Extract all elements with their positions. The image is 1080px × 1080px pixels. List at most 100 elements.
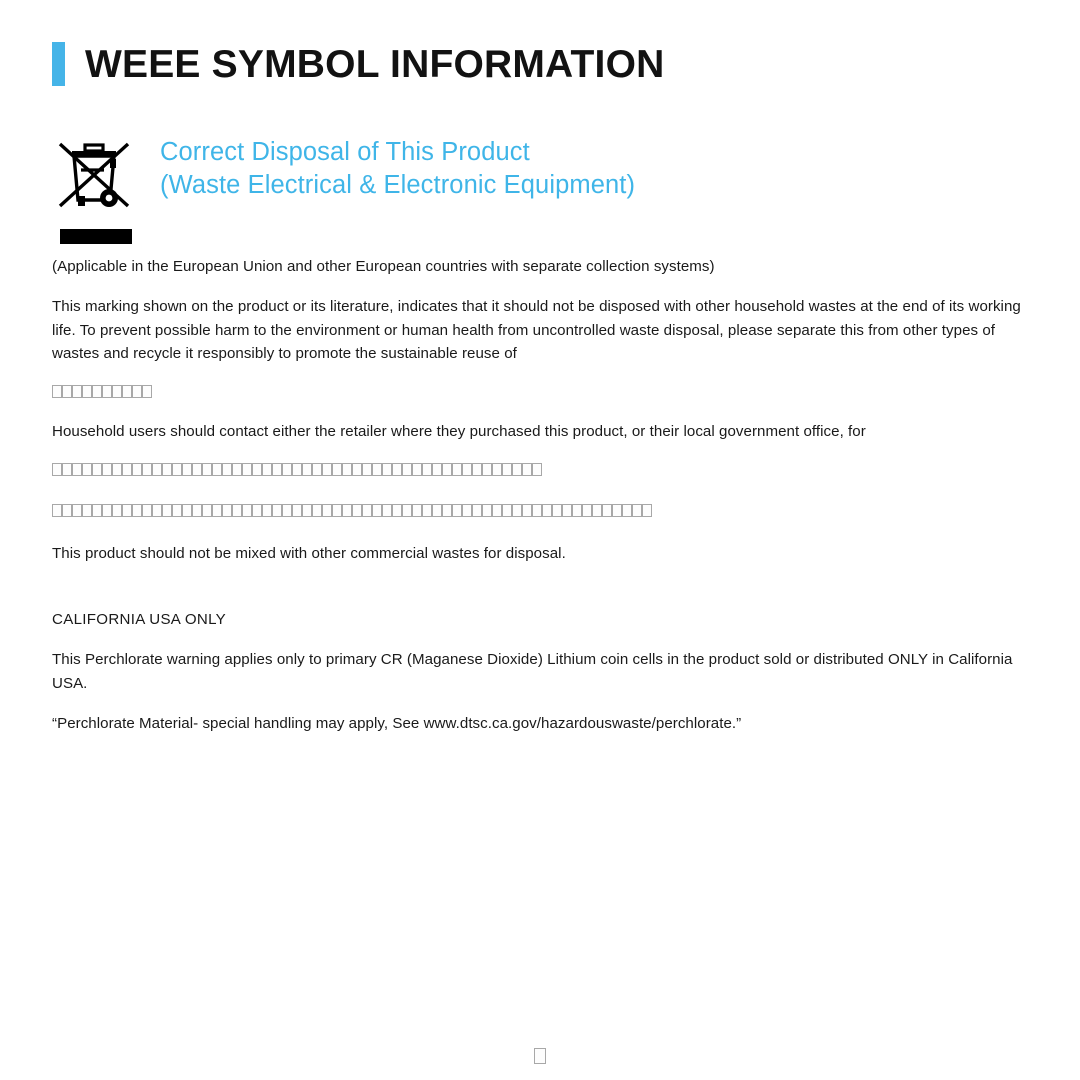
perchlorate-paragraph: This Perchlorate warning applies only to…: [52, 651, 1013, 692]
marking-paragraph: This marking shown on the product or its…: [52, 298, 1021, 363]
missing-glyph-box: [202, 462, 212, 476]
missing-glyph-box: [52, 462, 62, 476]
missing-glyph-box: [632, 504, 642, 518]
missing-glyph-box: [312, 504, 322, 518]
missing-glyph-box: [342, 462, 352, 476]
missing-glyph-box: [382, 462, 392, 476]
missing-glyph-box: [262, 462, 272, 476]
missing-glyph-box: [422, 504, 432, 518]
body-copy: (Applicable in the European Union and ot…: [52, 255, 1024, 752]
missing-glyph-box: [92, 384, 102, 398]
missing-glyph-box: [342, 504, 352, 518]
section-heading-line-2: (Waste Electrical & Electronic Equipment…: [160, 170, 636, 199]
missing-glyph-box: [302, 462, 312, 476]
missing-glyph-box: [452, 462, 462, 476]
footer-page-marker: [0, 1048, 1080, 1068]
missing-glyph-box: [372, 462, 382, 476]
missing-glyph-box: [142, 462, 152, 476]
missing-glyph-box: [352, 504, 362, 518]
missing-glyph-box: [102, 384, 112, 398]
unrendered-paragraph-missing-glyphs: [52, 500, 1024, 524]
missing-glyph-box: [534, 1048, 546, 1064]
missing-glyph-box: [82, 384, 92, 398]
missing-glyph-box: [562, 504, 572, 518]
missing-glyph-box: [272, 504, 282, 518]
household-paragraph: Household users should contact either th…: [52, 423, 866, 441]
document-page: WEEE SYMBOL INFORMATION Correct Disposal…: [0, 0, 1080, 1080]
missing-glyph-box: [322, 504, 332, 518]
missing-glyph-box: [222, 504, 232, 518]
missing-glyph-box: [222, 462, 232, 476]
missing-glyph-box: [422, 462, 432, 476]
missing-glyph-box: [142, 504, 152, 518]
missing-glyph-box: [62, 504, 72, 518]
page-title: WEEE SYMBOL INFORMATION: [85, 42, 665, 86]
applicability-paragraph: (Applicable in the European Union and ot…: [52, 258, 715, 275]
missing-glyph-box: [402, 462, 412, 476]
missing-glyph-box: [432, 504, 442, 518]
missing-glyph-box: [132, 462, 142, 476]
missing-glyph-box: [172, 462, 182, 476]
missing-glyph-box: [72, 462, 82, 476]
missing-glyph-box: [122, 504, 132, 518]
missing-glyph-box: [302, 504, 312, 518]
missing-glyph-box: [452, 504, 462, 518]
section-heading: Correct Disposal of This Product (Waste …: [152, 130, 635, 202]
missing-glyph-box: [512, 504, 522, 518]
missing-glyph-box: [182, 462, 192, 476]
missing-glyph-box: [152, 462, 162, 476]
missing-glyph-box: [412, 504, 422, 518]
missing-glyph-box: [472, 504, 482, 518]
missing-glyph-box: [502, 462, 512, 476]
missing-glyph-box: [542, 504, 552, 518]
missing-glyph-box: [312, 462, 322, 476]
missing-glyph-box: [112, 504, 122, 518]
missing-glyph-box: [242, 504, 252, 518]
missing-glyph-box: [602, 504, 612, 518]
missing-glyph-box: [192, 504, 202, 518]
missing-glyph-box: [242, 462, 252, 476]
missing-glyph-box: [362, 462, 372, 476]
weee-solid-bar: [60, 229, 132, 244]
missing-glyph-box: [62, 384, 72, 398]
missing-glyph-box: [622, 504, 632, 518]
missing-glyph-box: [572, 504, 582, 518]
missing-glyph-box: [462, 462, 472, 476]
missing-glyph-box: [212, 504, 222, 518]
missing-glyph-box: [92, 504, 102, 518]
missing-glyph-box: [182, 504, 192, 518]
missing-glyph-box: [442, 504, 452, 518]
missing-glyph-box: [472, 462, 482, 476]
missing-glyph-box: [402, 504, 412, 518]
perchlorate-quote: “Perchlorate Material- special handling …: [52, 714, 742, 732]
missing-glyph-box: [432, 462, 442, 476]
missing-glyph-box: [292, 504, 302, 518]
missing-glyph-box: [202, 504, 212, 518]
weee-crossed-out-wheelie-bin-icon: [58, 142, 130, 208]
missing-glyph-box: [522, 504, 532, 518]
missing-glyph-box: [442, 462, 452, 476]
missing-glyph-box: [82, 504, 92, 518]
weee-icon-wrap: [52, 130, 152, 244]
missing-glyph-box: [162, 504, 172, 518]
missing-glyph-box: [352, 462, 362, 476]
missing-glyph-box: [282, 462, 292, 476]
missing-glyph-box: [172, 504, 182, 518]
missing-glyph-box: [92, 462, 102, 476]
missing-glyph-box: [232, 462, 242, 476]
missing-glyph-box: [262, 504, 272, 518]
missing-glyph-box: [52, 504, 62, 518]
section-head: Correct Disposal of This Product (Waste …: [52, 130, 1032, 244]
missing-glyph-box: [592, 504, 602, 518]
household-paragraph-missing-glyphs: [52, 459, 1024, 483]
commercial-waste-paragraph: This product should not be mixed with ot…: [52, 544, 566, 562]
missing-glyph-box: [532, 504, 542, 518]
missing-glyph-box: [392, 462, 402, 476]
missing-glyph-box: [482, 462, 492, 476]
missing-glyph-box: [212, 462, 222, 476]
missing-glyph-box: [142, 384, 152, 398]
missing-glyph-box: [132, 384, 142, 398]
missing-glyph-box: [522, 462, 532, 476]
missing-glyph-box: [252, 504, 262, 518]
